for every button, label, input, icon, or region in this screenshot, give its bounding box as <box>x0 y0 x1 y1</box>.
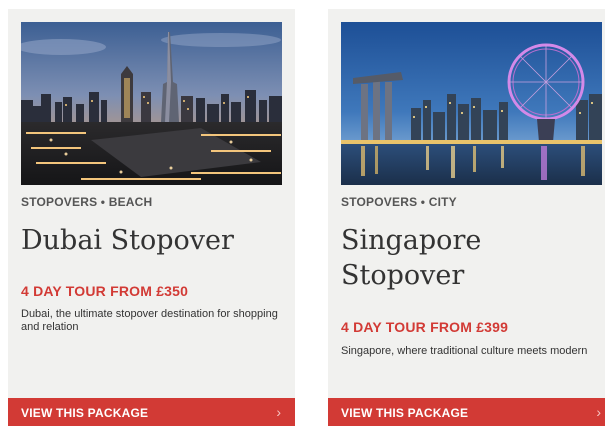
view-package-button[interactable]: VIEW THIS PACKAGE › <box>328 398 605 426</box>
view-package-button[interactable]: VIEW THIS PACKAGE › <box>8 398 295 426</box>
package-description: Singapore, where traditional culture mee… <box>341 345 588 357</box>
package-card-dubai[interactable]: STOPOVERS • BEACH Dubai Stopover 4 DAY T… <box>8 9 295 426</box>
chevron-right-icon: › <box>276 404 281 420</box>
package-grid: STOPOVERS • BEACH Dubai Stopover 4 DAY T… <box>0 0 605 426</box>
chevron-right-icon: › <box>596 404 601 420</box>
package-tags: STOPOVERS • CITY <box>341 195 457 209</box>
package-photo[interactable] <box>341 22 602 185</box>
package-tags: STOPOVERS • BEACH <box>21 195 153 209</box>
singapore-skyline-image <box>341 22 602 185</box>
package-description: Dubai, the ultimate stopover destination… <box>21 308 278 333</box>
package-price: 4 DAY TOUR FROM £350 <box>21 283 189 299</box>
package-card-singapore[interactable]: STOPOVERS • CITY Singapore Stopover 4 DA… <box>328 9 605 426</box>
dubai-skyline-image <box>21 22 282 185</box>
package-photo[interactable] <box>21 22 282 185</box>
view-package-label: VIEW THIS PACKAGE <box>341 406 469 420</box>
view-package-label: VIEW THIS PACKAGE <box>21 406 149 420</box>
package-title[interactable]: Singapore Stopover <box>341 223 603 293</box>
package-price: 4 DAY TOUR FROM £399 <box>341 319 509 335</box>
package-title[interactable]: Dubai Stopover <box>21 223 283 258</box>
